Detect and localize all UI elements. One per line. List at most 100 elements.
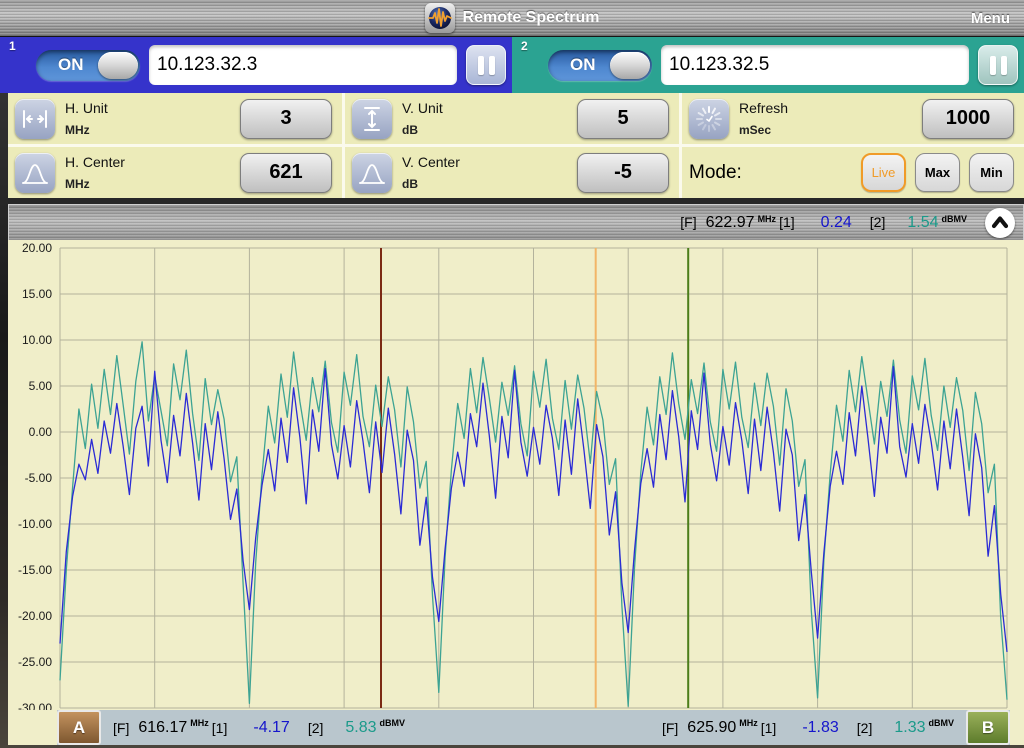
cursor-frequency-unit: MHz [758, 214, 777, 224]
v-center-label: V. Center [402, 154, 577, 170]
device-panel-2: 2 ON [512, 37, 1024, 93]
toggle-knob[interactable] [98, 52, 138, 79]
cursor-ch2-value: 1.54 [907, 214, 938, 232]
chart-header-bar: [F] 622.97 MHz [1] 0.24 [2] 1.54 dBMV [8, 204, 1024, 240]
cursor-f-label: [F] [680, 214, 696, 230]
marker-b-frequency-unit: MHz [739, 718, 758, 728]
pause-icon [478, 56, 484, 75]
cursor-value-unit: dBMV [942, 214, 968, 224]
v-center-value-button[interactable]: -5 [577, 153, 669, 193]
refresh-value-button[interactable]: 1000 [922, 99, 1014, 139]
h-unit-value-button[interactable]: 3 [240, 99, 332, 139]
menu-button[interactable]: Menu [967, 0, 1014, 37]
device-2-ip-input[interactable] [661, 45, 969, 85]
v-unit-labels: V. Unit dB [402, 100, 577, 137]
h-unit-label: H. Unit [65, 100, 240, 116]
v-center-cell: V. Center dB -5 [345, 147, 679, 198]
marker-b-ch2-label: [2] [857, 720, 873, 736]
h-unit-cell: H. Unit MHz 3 [8, 93, 342, 144]
device-panel-1: 1 ON [0, 37, 512, 93]
marker-b-ch1-label: [1] [761, 720, 777, 736]
cursor-ch1-label: [1] [779, 214, 795, 230]
clock-spinner-icon [689, 99, 729, 139]
app-title-group: Remote Spectrum [425, 3, 600, 33]
svg-text:5.00: 5.00 [29, 379, 53, 393]
bell-curve-icon [352, 153, 392, 193]
refresh-unit: mSec [739, 123, 922, 137]
toggle-on-label: ON [58, 55, 84, 75]
mode-min-button[interactable]: Min [969, 153, 1014, 192]
settings-grid: H. Unit MHz 3 V. Unit dB 5 [8, 93, 1024, 198]
refresh-label: Refresh [739, 100, 922, 116]
page-title: Remote Spectrum [463, 9, 600, 27]
refresh-labels: Refresh mSec [739, 100, 922, 137]
mode-button-group: Live Max Min [861, 153, 1014, 192]
marker-a-frequency-unit: MHz [190, 718, 209, 728]
cursor-ch2-label: [2] [870, 214, 886, 230]
device-2-on-toggle[interactable]: ON [548, 50, 652, 81]
v-center-unit: dB [402, 177, 577, 191]
h-unit-unit: MHz [65, 123, 240, 137]
h-center-unit: MHz [65, 177, 240, 191]
marker-a-ch1-value: -4.17 [253, 719, 289, 737]
svg-text:10.00: 10.00 [22, 333, 52, 347]
marker-b-frequency: 625.90 [687, 719, 736, 737]
device-1-ip-input[interactable] [149, 45, 457, 85]
svg-text:-5.00: -5.00 [25, 471, 53, 485]
pause-icon [489, 56, 495, 75]
device-1-on-toggle[interactable]: ON [36, 50, 140, 81]
v-center-labels: V. Center dB [402, 154, 577, 191]
device-1-index-badge: 1 [9, 39, 16, 53]
device-2-index-badge: 2 [521, 39, 528, 53]
title-bar: Remote Spectrum Menu [0, 0, 1024, 37]
toggle-knob[interactable] [610, 52, 650, 79]
chevron-up-icon [988, 211, 1012, 235]
marker-a-button[interactable]: A [57, 710, 101, 745]
spectrum-chart[interactable]: 20.0015.0010.005.000.00-5.00-10.00-15.00… [8, 240, 1024, 710]
h-center-value-button[interactable]: 621 [240, 153, 332, 193]
mode-max-button[interactable]: Max [915, 153, 960, 192]
marker-a-ch1-label: [1] [212, 720, 228, 736]
marker-a-ch2-label: [2] [308, 720, 324, 736]
v-unit-cell: V. Unit dB 5 [345, 93, 679, 144]
mode-live-button[interactable]: Live [861, 153, 906, 192]
axis-gutter [8, 710, 57, 745]
mode-label: Mode: [689, 162, 742, 184]
h-center-cell: H. Center MHz 621 [8, 147, 342, 198]
svg-text:-25.00: -25.00 [18, 655, 52, 669]
marker-b-readout: [F] 625.90 MHz [1] -1.83 [2] 1.33 dBMV [662, 710, 954, 745]
marker-b-ch1-value: -1.83 [802, 719, 838, 737]
svg-text:-15.00: -15.00 [18, 563, 52, 577]
svg-text:20.00: 20.00 [22, 241, 52, 255]
refresh-cell: Refresh mSec 1000 [682, 93, 1024, 144]
bell-curve-icon [15, 153, 55, 193]
h-unit-labels: H. Unit MHz [65, 100, 240, 137]
mode-cell: Mode: Live Max Min [682, 147, 1024, 198]
marker-a-readout: [F] 616.17 MHz [1] -4.17 [2] 5.83 dBMV [113, 710, 405, 745]
marker-b-f-label: [F] [662, 720, 678, 736]
settings-row-2: H. Center MHz 621 V. Center dB -5 Mode: … [8, 147, 1024, 198]
svg-text:0.00: 0.00 [29, 425, 53, 439]
marker-b-ch2-value: 1.33 [894, 719, 925, 737]
cursor-readout: [F] 622.97 MHz [1] 0.24 [2] 1.54 dBMV [671, 214, 967, 232]
v-unit-value-button[interactable]: 5 [577, 99, 669, 139]
marker-b-button[interactable]: B [966, 710, 1010, 745]
collapse-chart-button[interactable] [985, 208, 1015, 238]
spacer [417, 710, 650, 745]
marker-bar: A [F] 616.17 MHz [1] -4.17 [2] 5.83 dBMV… [8, 710, 1024, 745]
spectrum-chart-panel: [F] 622.97 MHz [1] 0.24 [2] 1.54 dBMV 20… [8, 204, 1024, 710]
marker-b-value-unit: dBMV [929, 718, 955, 728]
cursor-ch1-value: 0.24 [821, 214, 852, 232]
spectrum-plot-area[interactable]: 20.0015.0010.005.000.00-5.00-10.00-15.00… [8, 240, 1024, 710]
h-center-label: H. Center [65, 154, 240, 170]
vertical-span-icon [352, 99, 392, 139]
marker-a-value-unit: dBMV [380, 718, 406, 728]
device-panels-row: 1 ON 2 ON [0, 37, 1024, 93]
svg-text:-30.00: -30.00 [18, 701, 52, 710]
device-2-pause-button[interactable] [978, 45, 1018, 85]
pause-icon [1001, 56, 1007, 75]
cursor-frequency: 622.97 [706, 214, 755, 232]
marker-a-ch2-value: 5.83 [345, 719, 376, 737]
svg-text:-20.00: -20.00 [18, 609, 52, 623]
device-1-pause-button[interactable] [466, 45, 506, 85]
